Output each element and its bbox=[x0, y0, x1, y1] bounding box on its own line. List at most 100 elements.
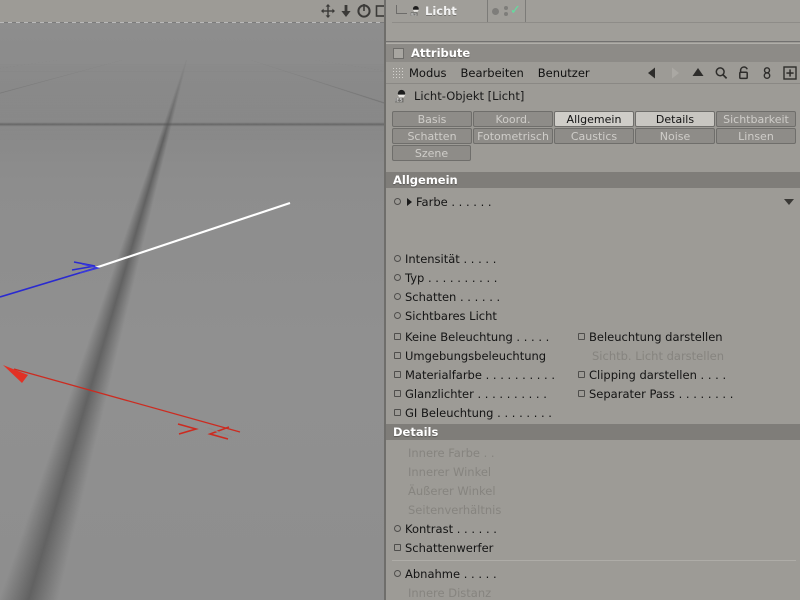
link-icon[interactable] bbox=[760, 66, 774, 80]
label-aeusserer-winkel: Äußerer Winkel bbox=[408, 484, 496, 498]
menu-modus[interactable]: Modus bbox=[409, 66, 447, 80]
row-materialfarbe: Materialfarbe . . . . . . . . . . bbox=[386, 365, 566, 384]
object-name-cell[interactable]: IES Licht bbox=[392, 0, 488, 22]
row-typ: Typ . . . . . . . . . . IES bbox=[386, 268, 800, 287]
row-kontrast: Kontrast . . . . . . 0 % bbox=[386, 519, 800, 538]
animate-dot-keine-beleuchtung[interactable] bbox=[394, 333, 401, 340]
section-title-allgemein: Allgemein bbox=[393, 173, 458, 187]
animate-dot-typ[interactable] bbox=[394, 274, 401, 281]
label-seitenverhaeltnis: Seitenverhältnis bbox=[408, 503, 501, 517]
render-dots-icon[interactable] bbox=[504, 6, 508, 16]
row-aeusserer-winkel: Äußerer Winkel 30 ° bbox=[386, 481, 800, 500]
rotate-icon[interactable] bbox=[356, 3, 372, 19]
tree-elbow-icon bbox=[396, 5, 407, 14]
tab-noise[interactable]: Noise bbox=[635, 128, 715, 144]
label-typ: Typ . . . . . . . . . . bbox=[405, 271, 497, 285]
label-innere-farbe: Innere Farbe . . bbox=[408, 446, 495, 460]
animate-dot-schatten[interactable] bbox=[394, 293, 401, 300]
cinema4d-window: IES Licht ✓ Attribute bbox=[0, 0, 800, 600]
row-farbe-r: R 255 bbox=[386, 192, 800, 211]
animate-dot-sichtbares-licht[interactable] bbox=[394, 312, 401, 319]
row-umgebungsbeleuchtung: Umgebungsbeleuchtung bbox=[386, 346, 566, 365]
label-kontrast: Kontrast . . . . . . bbox=[405, 522, 497, 536]
up-arrow-icon[interactable] bbox=[691, 66, 705, 80]
object-empty-row[interactable] bbox=[392, 22, 800, 41]
label-sichtb-licht-darstellen: Sichtb. Licht darstellen bbox=[592, 349, 724, 363]
label-materialfarbe: Materialfarbe . . . . . . . . . . bbox=[405, 368, 555, 382]
animate-dot-beleuchtung-darstellen[interactable] bbox=[578, 333, 585, 340]
tab-allgemein[interactable]: Allgemein bbox=[554, 111, 634, 127]
attribute-manager-titlebar: Attribute bbox=[386, 43, 800, 62]
down-arrow-icon[interactable] bbox=[338, 3, 354, 19]
animate-dot-intensitaet[interactable] bbox=[394, 255, 401, 262]
object-manager: IES Licht ✓ bbox=[386, 0, 800, 42]
row-farbe-b: B 255 bbox=[386, 230, 800, 249]
panel-menu-icon[interactable] bbox=[393, 48, 404, 59]
tab-details[interactable]: Details bbox=[635, 111, 715, 127]
row-intensitaet: Intensität . . . . . 100 % bbox=[386, 249, 800, 268]
details-divider bbox=[392, 560, 796, 561]
back-arrow-icon[interactable] bbox=[645, 66, 659, 80]
tab-caustics[interactable]: Caustics bbox=[554, 128, 634, 144]
forward-arrow-icon bbox=[668, 66, 682, 80]
tab-koord[interactable]: Koord. bbox=[473, 111, 553, 127]
menu-bearbeiten[interactable]: Bearbeiten bbox=[461, 66, 524, 80]
animate-dot-kontrast[interactable] bbox=[394, 525, 401, 532]
tab-linsen[interactable]: Linsen bbox=[716, 128, 796, 144]
svg-text:IES: IES bbox=[411, 12, 417, 16]
row-separater-pass: Separater Pass . . . . . . . . bbox=[570, 384, 800, 403]
animate-dot-glanzlichter[interactable] bbox=[394, 390, 401, 397]
row-innere-farbe: Innere Farbe . . bbox=[386, 443, 800, 462]
object-toggles-cell[interactable]: ✓ bbox=[488, 0, 526, 22]
grip-icon[interactable] bbox=[392, 67, 403, 78]
section-title-details: Details bbox=[393, 425, 438, 439]
label-abnahme: Abnahme . . . . . bbox=[405, 567, 497, 581]
tab-fotometrisch[interactable]: Fotometrisch bbox=[473, 128, 553, 144]
tab-row-1: Basis Koord. Allgemein Details Sichtbark… bbox=[392, 111, 796, 127]
viewport-toolbar[interactable] bbox=[0, 0, 384, 22]
ies-light-icon: IES bbox=[392, 89, 409, 104]
label-schattenwerfer: Schattenwerfer bbox=[405, 541, 493, 555]
menu-benutzer[interactable]: Benutzer bbox=[538, 66, 590, 80]
object-row[interactable]: IES Licht ✓ bbox=[392, 0, 800, 22]
tab-szene[interactable]: Szene bbox=[392, 145, 471, 161]
section-header-allgemein: Allgemein bbox=[386, 172, 800, 188]
label-schatten: Schatten . . . . . . bbox=[405, 290, 500, 304]
perspective-viewport[interactable] bbox=[0, 0, 384, 600]
row-farbe-g: G 255 bbox=[386, 211, 800, 230]
section-header-details: Details bbox=[386, 424, 800, 440]
label-beleuchtung-darstellen: Beleuchtung darstellen bbox=[589, 330, 723, 344]
tab-sichtbarkeit[interactable]: Sichtbarkeit bbox=[716, 111, 796, 127]
square-icon[interactable] bbox=[374, 3, 384, 19]
row-clipping-darstellen: Clipping darstellen . . . . bbox=[570, 365, 800, 384]
animate-dot-umgebungsbeleuchtung[interactable] bbox=[394, 352, 401, 359]
animate-dot-clipping-darstellen[interactable] bbox=[578, 371, 585, 378]
tab-basis[interactable]: Basis bbox=[392, 111, 472, 127]
enabled-check-icon[interactable]: ✓ bbox=[510, 6, 521, 16]
animate-dot-gi-beleuchtung[interactable] bbox=[394, 409, 401, 416]
visibility-dot-icon[interactable] bbox=[492, 8, 499, 15]
label-innere-distanz: Innere Distanz bbox=[408, 586, 491, 600]
row-innere-distanz: Innere Distanz 0 cm bbox=[386, 583, 800, 600]
animate-dot-materialfarbe[interactable] bbox=[394, 371, 401, 378]
attribute-menubar: Modus Bearbeiten Benutzer bbox=[386, 62, 800, 84]
row-sichtb-licht-darstellen: Sichtb. Licht darstellen bbox=[570, 346, 800, 365]
tab-schatten[interactable]: Schatten bbox=[392, 128, 472, 144]
right-panel: IES Licht ✓ Attribute bbox=[384, 0, 800, 600]
lock-icon[interactable] bbox=[737, 66, 751, 80]
plus-box-icon[interactable] bbox=[783, 66, 797, 80]
animate-dot-separater-pass[interactable] bbox=[578, 390, 585, 397]
tab-row-3: Szene bbox=[392, 145, 796, 161]
animate-dot-abnahme[interactable] bbox=[394, 570, 401, 577]
attribute-tabs: Basis Koord. Allgemein Details Sichtbark… bbox=[392, 111, 796, 162]
ies-light-icon: IES bbox=[408, 5, 422, 17]
row-beleuchtung-darstellen: Beleuchtung darstellen bbox=[570, 327, 800, 346]
animate-dot-schattenwerfer[interactable] bbox=[394, 544, 401, 551]
row-glanzlichter: Glanzlichter . . . . . . . . . . bbox=[386, 384, 566, 403]
row-seitenverhaeltnis: Seitenverhältnis 1 bbox=[386, 500, 800, 519]
object-tags-cell[interactable] bbox=[526, 0, 800, 22]
row-innerer-winkel: Innerer Winkel 0 ° bbox=[386, 462, 800, 481]
viewport-selection-border bbox=[0, 22, 384, 23]
search-icon[interactable] bbox=[714, 66, 728, 80]
move-icon[interactable] bbox=[320, 3, 336, 19]
